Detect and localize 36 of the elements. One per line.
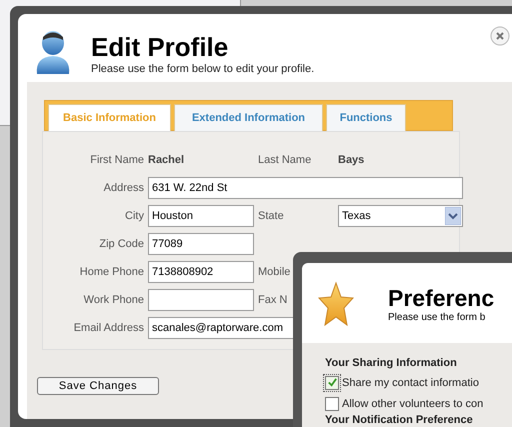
checkbox[interactable]: [325, 376, 339, 390]
input-field[interactable]: Houston: [148, 205, 254, 227]
section-heading: Your Sharing Information: [325, 357, 458, 371]
dialog-title: Preferenc: [388, 284, 494, 312]
field-value: Rachel: [148, 154, 186, 166]
checkbox-label: Allow other volunteers to con: [342, 398, 484, 410]
field-label: First Name: [89, 154, 144, 166]
tab[interactable]: Extended Information: [174, 104, 323, 131]
close-button[interactable]: [490, 26, 510, 46]
dropdown[interactable]: Texas: [338, 205, 463, 227]
input-field[interactable]: 631 W. 22nd St: [148, 177, 463, 199]
dialog-subtitle: Please use the form below to edit your profile.: [91, 62, 314, 76]
checkbox-label: Share my contact informatio: [342, 376, 479, 388]
input-field[interactable]: 7138808902: [148, 261, 254, 283]
tab[interactable]: Functions: [326, 104, 406, 131]
field-label: Home Phone: [78, 266, 144, 278]
field-label: Address: [102, 182, 144, 194]
input-field[interactable]: [148, 289, 254, 311]
dropdown-arrow-icon: [445, 207, 461, 225]
field-label: City: [124, 210, 144, 222]
input-field[interactable]: 77089: [148, 233, 254, 255]
field-label: State: [258, 210, 285, 222]
checkbox[interactable]: [325, 396, 339, 410]
field-label: Email Address: [72, 322, 144, 334]
user-icon: [35, 30, 71, 76]
field-label: Mobile: [258, 266, 292, 278]
field-label: Last Name: [258, 154, 312, 166]
dialog-title: Edit Profile: [91, 32, 230, 62]
field-label: Work Phone: [82, 294, 144, 306]
dialog-subtitle: Please use the form b: [388, 312, 486, 323]
field-label: Zip Code: [98, 238, 144, 250]
field-value: Bays: [338, 154, 366, 166]
field-label: Fax N: [258, 294, 288, 306]
section-heading: Your Notification Preference: [325, 414, 474, 427]
save-changes-button[interactable]: Save Changes: [37, 377, 159, 395]
star-icon: [318, 281, 354, 327]
